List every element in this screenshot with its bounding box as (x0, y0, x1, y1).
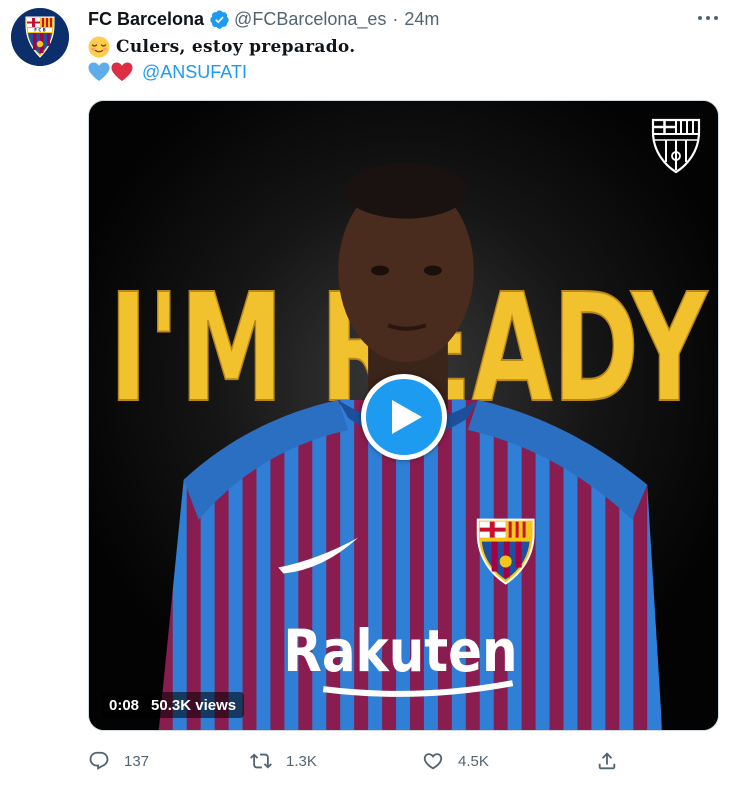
like-button[interactable]: 4.5K (422, 744, 489, 778)
tweet-text: Culers, estoy preparado. (116, 37, 356, 57)
reply-icon (89, 751, 109, 770)
fcb-watermark-icon (650, 118, 702, 174)
like-count: 4.5K (458, 752, 489, 770)
retweet-icon (250, 753, 272, 769)
fcb-crest-icon: F C B (11, 8, 69, 66)
relieved-face-emoji (88, 36, 110, 58)
play-icon (392, 400, 422, 434)
retweet-button[interactable]: 1.3K (250, 744, 317, 778)
video-duration: 0:08 (109, 696, 140, 714)
tweet-mention-line: @ANSUFATI (88, 60, 247, 84)
author-handle[interactable]: @FCBarcelona_es (234, 9, 386, 30)
svg-text:F C B: F C B (34, 27, 46, 32)
verified-badge-icon (209, 9, 230, 30)
heart-icon (423, 753, 443, 770)
display-name[interactable]: FC Barcelona (88, 9, 204, 30)
tweet-actions: 137 1.3K 4.5K (86, 744, 626, 778)
avatar[interactable]: F C B (11, 8, 69, 66)
reply-count: 137 (124, 752, 150, 770)
tweet-header: FC Barcelona @FCBarcelona_es · 24m (88, 6, 439, 32)
tweet[interactable]: F C B FC Barcelona @FCBarcelona_es · 24m (0, 0, 740, 788)
red-heart-emoji (111, 62, 133, 82)
play-button[interactable] (361, 374, 447, 460)
tweet-text-line: Culers, estoy preparado. (88, 34, 355, 60)
mention-link[interactable]: @ANSUFATI (142, 62, 247, 83)
video-views: 50.3K views (151, 696, 237, 714)
blue-heart-emoji (88, 62, 110, 82)
reply-button[interactable]: 137 (88, 744, 149, 778)
retweet-count: 1.3K (286, 752, 317, 770)
more-options-icon[interactable] (698, 14, 718, 22)
share-icon (598, 752, 616, 770)
video-player[interactable]: I'M READY Rakuten 0:08 50.3K views (88, 100, 719, 731)
video-stats: 0:08 50.3K views (101, 692, 245, 718)
svg-text:Rakuten: Rakuten (283, 617, 517, 685)
tweet-timestamp[interactable]: 24m (404, 9, 439, 30)
header-separator: · (392, 8, 399, 29)
share-button[interactable] (596, 744, 618, 778)
